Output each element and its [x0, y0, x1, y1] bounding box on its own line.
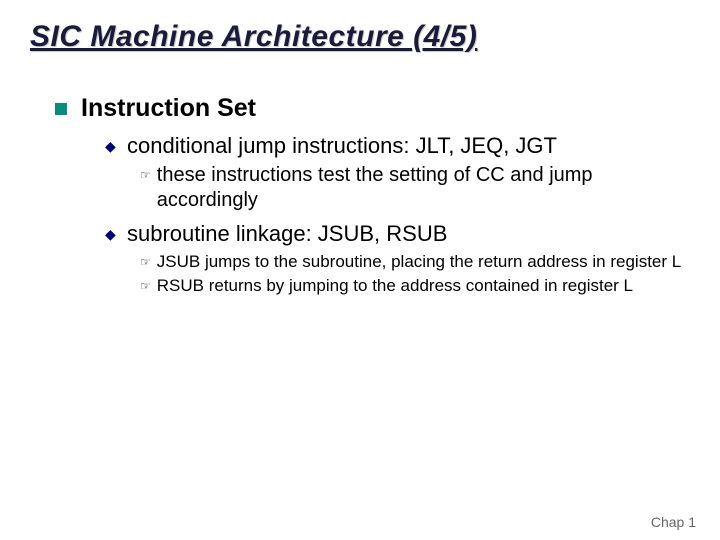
- bullet-level2: ◆ subroutine linkage: JSUB, RSUB: [105, 221, 690, 247]
- footer-chapter: Chap 1: [651, 514, 696, 530]
- slide: SIC Machine Architecture (4/5) Instructi…: [0, 0, 720, 540]
- slide-title: SIC Machine Architecture (4/5): [30, 20, 690, 54]
- diamond-bullet-icon: ◆: [105, 139, 119, 153]
- pointer-bullet-icon: ☞: [140, 255, 151, 269]
- square-bullet-icon: [55, 103, 67, 115]
- level2-text: subroutine linkage: JSUB, RSUB: [127, 221, 447, 247]
- level3-text: JSUB jumps to the subroutine, placing th…: [157, 251, 681, 273]
- level2-text: conditional jump instructions: JLT, JEQ,…: [127, 133, 557, 159]
- bullet-level3: ☞ JSUB jumps to the subroutine, placing …: [140, 251, 690, 273]
- bullet-level3: ☞ these instructions test the setting of…: [140, 163, 690, 213]
- level3-text: these instructions test the setting of C…: [157, 163, 690, 213]
- pointer-bullet-icon: ☞: [140, 279, 151, 293]
- bullet-level1: Instruction Set: [55, 94, 690, 123]
- bullet-level2: ◆ conditional jump instructions: JLT, JE…: [105, 133, 690, 159]
- level1-text: Instruction Set: [81, 94, 256, 123]
- pointer-bullet-icon: ☞: [140, 168, 151, 182]
- level3-text: RSUB returns by jumping to the address c…: [157, 275, 633, 297]
- diamond-bullet-icon: ◆: [105, 227, 119, 241]
- bullet-level3: ☞ RSUB returns by jumping to the address…: [140, 275, 690, 297]
